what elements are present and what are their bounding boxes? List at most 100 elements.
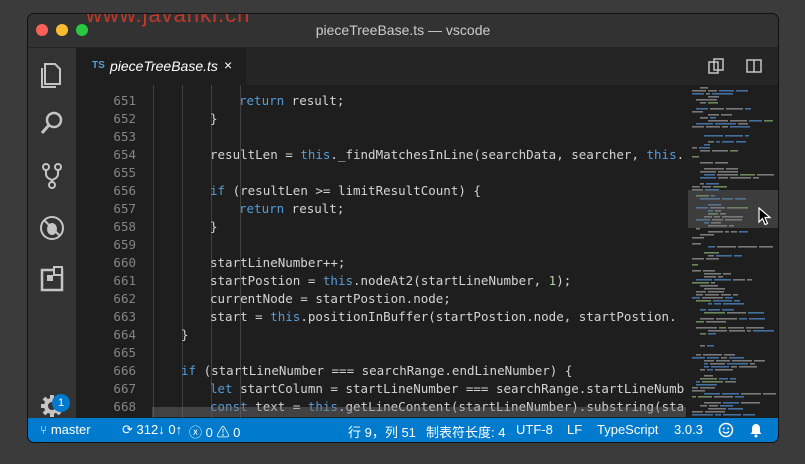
minimap-mark — [739, 366, 757, 368]
code-token: result; — [284, 93, 345, 108]
minimap-mark — [704, 375, 713, 377]
sync-icon: ⟳ — [122, 422, 133, 437]
minimap-mark — [725, 297, 733, 299]
code-line: currentNode = startPostion.node; — [210, 291, 451, 306]
branch-label: master — [50, 422, 91, 437]
minimap-mark — [696, 321, 704, 323]
line-number: 666 — [113, 363, 136, 378]
minimap-mark — [692, 390, 705, 392]
error-count: 0 — [205, 425, 213, 440]
open-changes-icon[interactable] — [706, 56, 726, 76]
line-number: 651 — [113, 93, 136, 108]
minimap-mark — [708, 330, 727, 332]
line-number: 659 — [113, 237, 136, 252]
mouse-pointer-icon — [758, 207, 772, 226]
minimap-mark — [719, 378, 728, 380]
search-icon[interactable] — [36, 108, 68, 140]
tab-size[interactable]: 制表符长度: 4 — [426, 422, 505, 441]
code-token: this — [270, 309, 301, 324]
minimap-mark — [700, 183, 704, 185]
minimap-mark — [754, 360, 765, 362]
minimap-mark — [692, 90, 706, 92]
minimap-mark — [715, 369, 733, 371]
line-number: 662 — [113, 291, 136, 306]
code-line: startPostion = this.nodeAt2(startLineNum… — [210, 273, 571, 288]
minimap-mark — [723, 303, 744, 305]
code-token: startColumn = startLineNumber === search… — [232, 381, 685, 396]
minimap-mark — [715, 123, 736, 125]
minimap-mark — [739, 318, 747, 320]
sync-status[interactable]: ⟳ 312↓ 0↑ — [122, 422, 182, 438]
minimap-mark — [739, 231, 748, 233]
minimap-mark — [740, 174, 755, 176]
minimap-mark — [753, 330, 774, 332]
minimap-mark — [700, 345, 705, 347]
minimap-mark — [706, 93, 710, 95]
code-token: ._findMatchesInLine(searchData, searcher… — [330, 147, 647, 162]
minimap-mark — [703, 354, 722, 356]
status-bar: ⑂ master ⟳ 312↓ 0↑ ⓧ 0 ⚠ 0 行 9，列 51 制表符长… — [28, 418, 778, 442]
tab-bar: TS pieceTreeBase.ts × — [76, 48, 778, 85]
notifications-bell-icon[interactable] — [748, 422, 764, 441]
feedback-smiley-icon[interactable] — [718, 422, 734, 441]
minimap-mark — [708, 96, 719, 98]
git-branch[interactable]: ⑂ master — [40, 422, 91, 437]
minimap-mark — [713, 186, 727, 188]
explorer-icon[interactable] — [36, 58, 68, 90]
minimap-mark — [730, 126, 750, 128]
line-number: 656 — [113, 183, 136, 198]
minimap-mark — [692, 111, 703, 113]
minimap-mark — [706, 258, 719, 260]
code-token: this — [322, 273, 353, 288]
minimap-mark — [721, 294, 731, 296]
minimap-mark — [746, 327, 764, 329]
minimap[interactable] — [688, 85, 778, 418]
cursor-position[interactable]: 行 9，列 51 — [348, 422, 416, 441]
minimap-mark — [692, 357, 705, 359]
minimap-mark — [692, 297, 700, 299]
minimap-mark — [728, 408, 743, 410]
minimap-mark — [692, 237, 704, 239]
code-token: ); — [556, 273, 572, 288]
minimap-mark — [708, 120, 728, 122]
minimap-mark — [700, 285, 718, 287]
code-token: startPostion = — [210, 273, 323, 288]
window-title: pieceTreeBase.ts — vscode — [315, 22, 491, 38]
code-token: if — [181, 363, 197, 378]
minimap-mark — [704, 252, 719, 254]
minimap-mark — [734, 300, 740, 302]
extensions-icon[interactable] — [36, 264, 68, 296]
minimap-mark — [718, 171, 738, 173]
editor[interactable]: 651 652 653 654 655 656 657 658 659 660 661 662 663 6… — [76, 85, 778, 418]
minimap-mark — [708, 102, 718, 104]
minimap-mark — [706, 126, 720, 128]
line-number: 668 — [113, 399, 136, 414]
minimap-mark — [704, 402, 721, 404]
horizontal-scrollbar-thumb[interactable] — [152, 407, 686, 417]
code-area[interactable]: return result;} resultLen = this._findMat… — [152, 85, 686, 418]
tab-close-button[interactable]: × — [224, 57, 232, 73]
minimap-mark — [725, 381, 736, 383]
source-control-icon[interactable] — [36, 160, 68, 192]
line-number: 655 — [113, 165, 136, 180]
debug-icon[interactable] — [36, 212, 68, 244]
code-token: .positionInBuffer(startPostion.node, sta… — [300, 309, 677, 324]
code-line: let startColumn = startLineNumber === se… — [210, 381, 684, 396]
minimap-mark — [700, 309, 706, 311]
problems-status[interactable]: ⓧ 0 ⚠ 0 — [189, 422, 240, 441]
minimap-mark — [700, 378, 717, 380]
encoding[interactable]: UTF-8 — [516, 422, 553, 437]
tab-piecetreebase[interactable]: TS pieceTreeBase.ts × — [76, 48, 246, 85]
line-number: 653 — [113, 129, 136, 144]
minimap-mark — [700, 102, 706, 104]
minimap-mark — [741, 402, 760, 404]
language-mode[interactable]: TypeScript — [597, 422, 658, 437]
typescript-version[interactable]: 3.0.3 — [674, 422, 703, 437]
minimap-mark — [712, 93, 733, 95]
vscode-window: www.javanki.cn pieceTreeBase.ts — vscode… — [28, 14, 778, 442]
minimap-mark — [696, 384, 717, 386]
horizontal-scrollbar[interactable] — [152, 407, 686, 417]
minimap-mark — [730, 177, 751, 179]
split-editor-icon[interactable] — [744, 56, 764, 76]
end-of-line[interactable]: LF — [567, 422, 582, 437]
